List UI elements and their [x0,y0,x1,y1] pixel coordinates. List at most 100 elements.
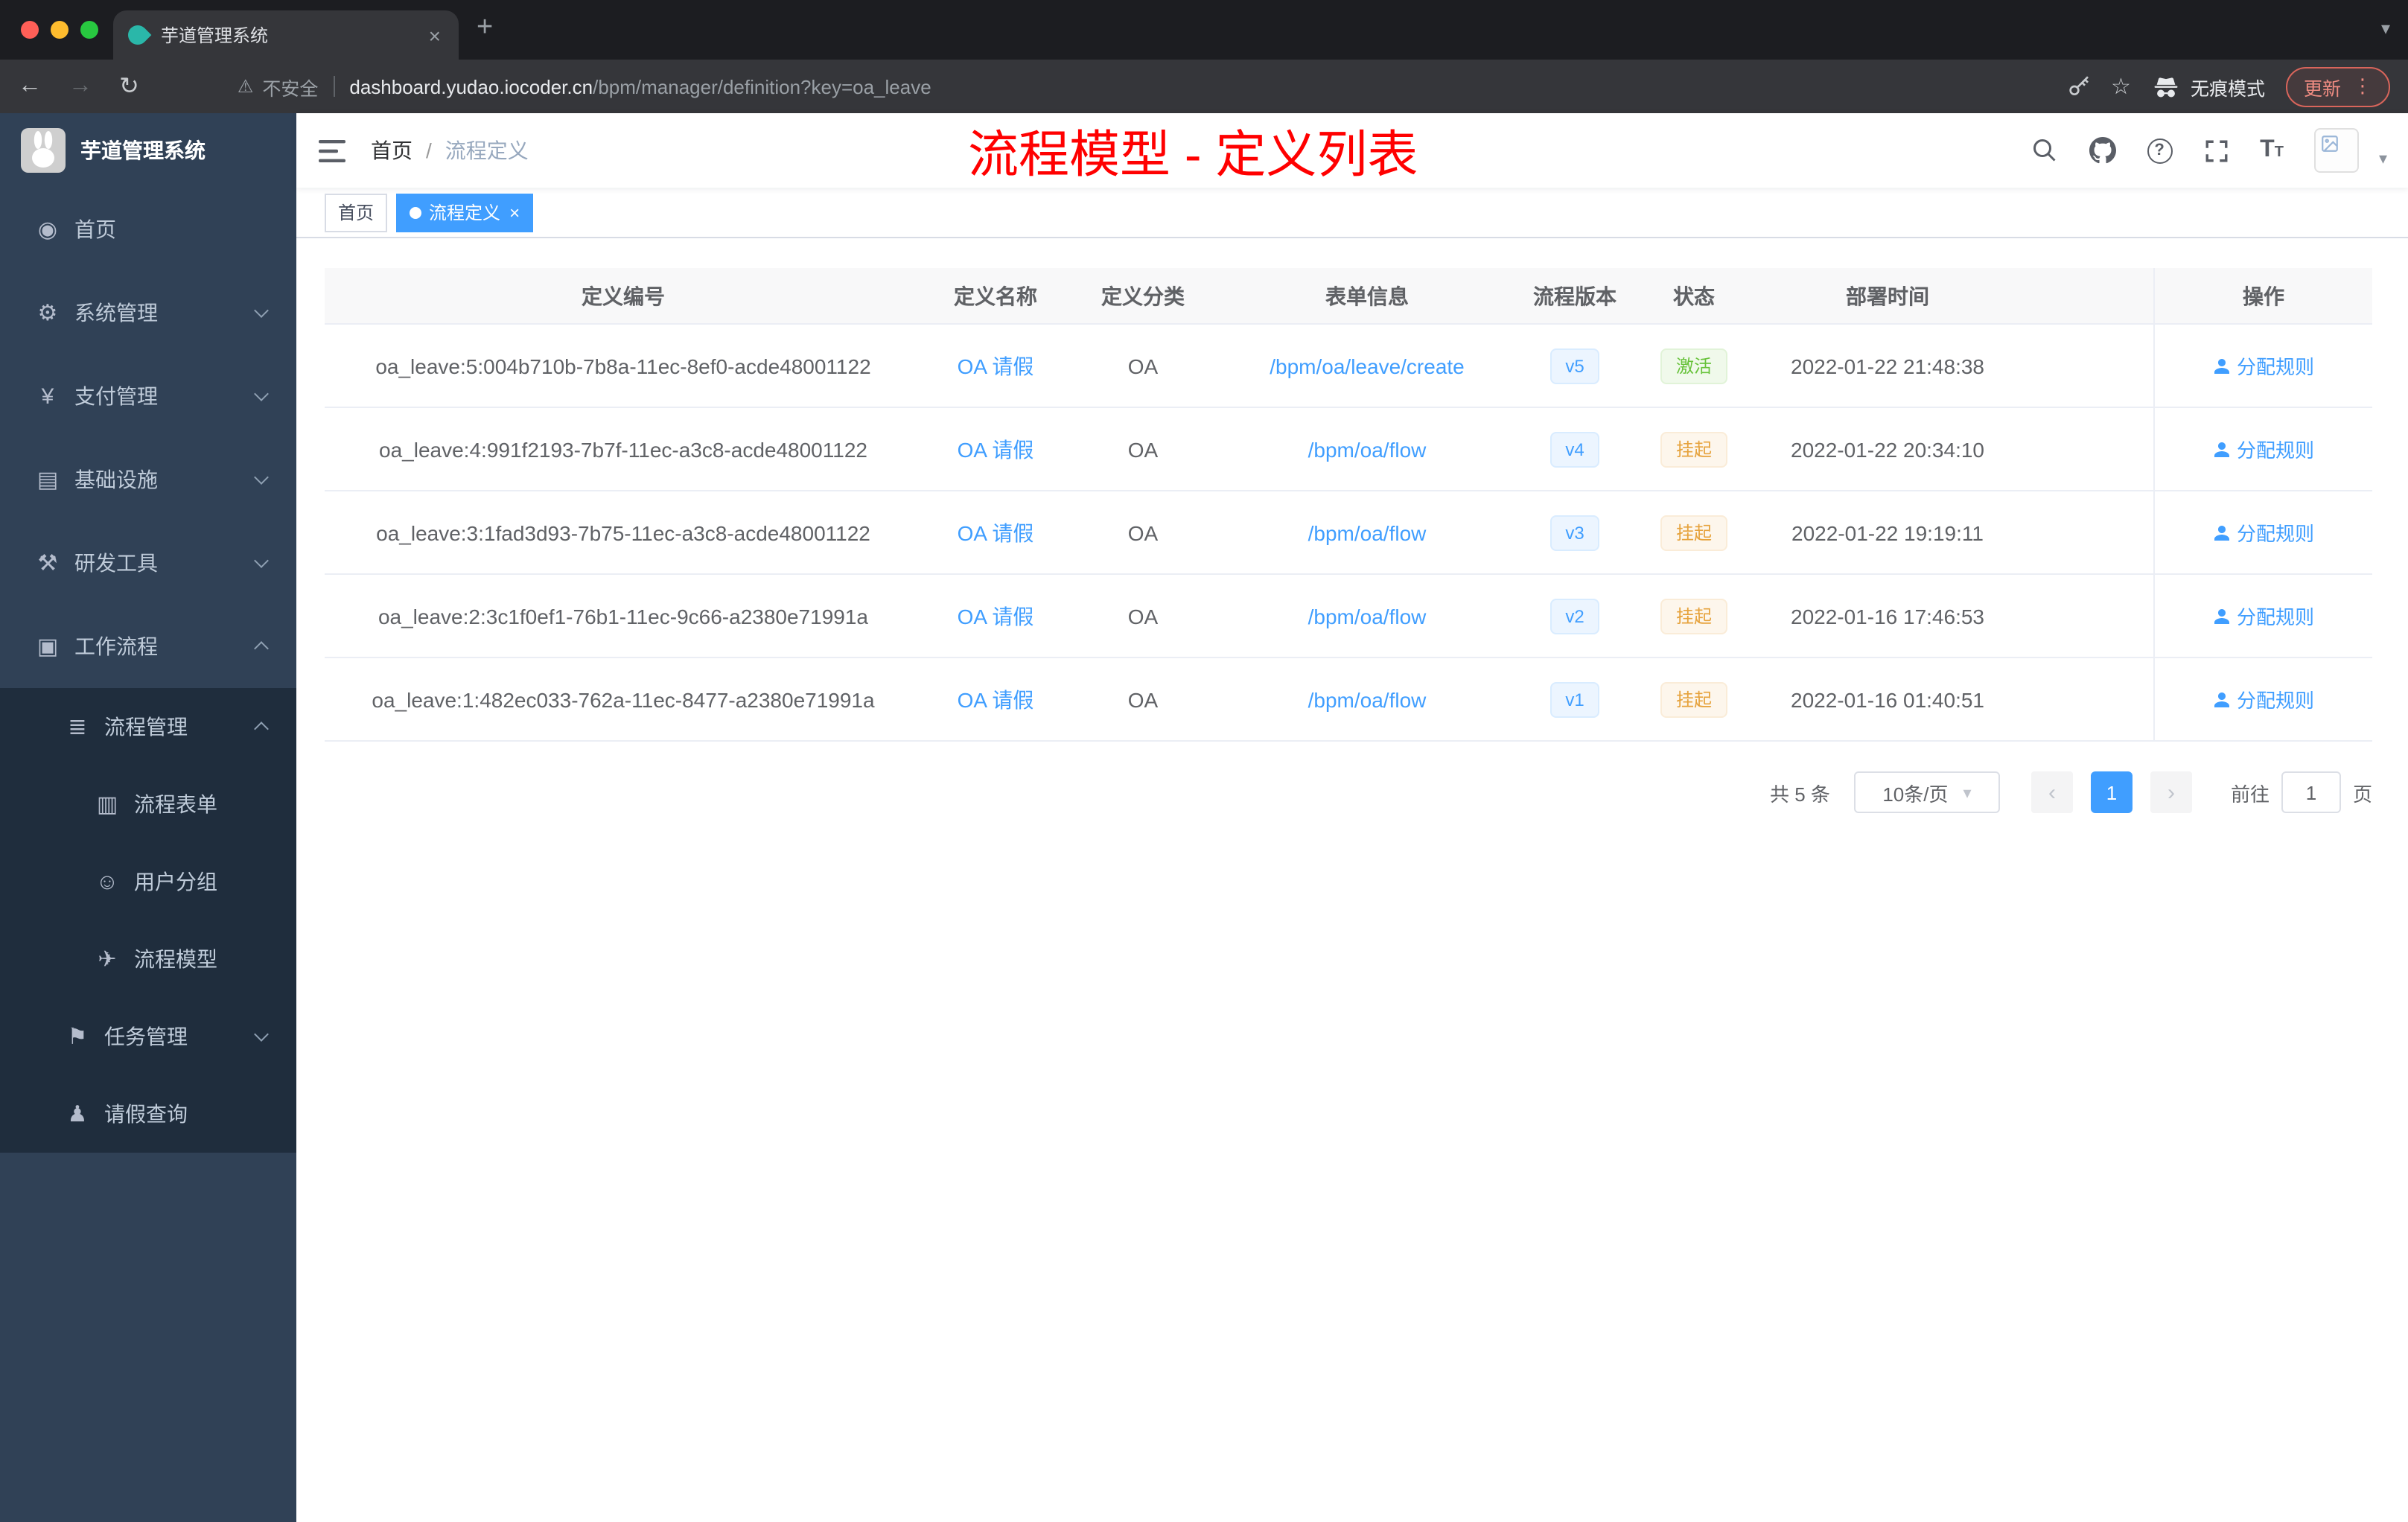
sidebar-item-process-management[interactable]: ≣ 流程管理 [0,688,296,765]
definition-id: oa_leave:1:482ec033-762a-11ec-8477-a2380… [372,687,875,711]
assign-rule-button[interactable]: 分配规则 [2213,351,2314,380]
maximize-window-button[interactable] [80,21,98,39]
goto-page-input[interactable] [2281,771,2341,813]
deploy-time: 2022-01-16 01:40:51 [1791,687,1984,711]
tags-view-bar: 首页 流程定义 × [296,188,2408,238]
user-menu-caret-icon[interactable]: ▾ [2379,148,2387,168]
sidebar-item-user-group[interactable]: ☺ 用户分组 [0,843,296,920]
back-button[interactable]: ← [18,73,42,100]
new-tab-button[interactable]: + [477,12,493,45]
address-bar[interactable]: dashboard.yudao.iocoder.cn/bpm/manager/d… [349,75,931,98]
column-header: 操作 [2153,268,2372,323]
sidebar-item-leave-query[interactable]: ♟ 请假查询 [0,1075,296,1153]
bookmark-star-icon[interactable]: ☆ [2111,73,2131,100]
column-header: 定义分类 [1101,284,1185,308]
definition-category: OA [1127,604,1159,628]
sidebar-item-workflow[interactable]: ▣ 工作流程 [0,605,296,688]
form-link[interactable]: /bpm/oa/leave/create [1270,354,1465,378]
sidebar-item-devtools[interactable]: ⚒ 研发工具 [0,521,296,605]
goto-page: 前往 页 [2231,771,2372,813]
breadcrumb-home[interactable]: 首页 [371,136,413,165]
user-icon [2214,608,2229,623]
definition-category: OA [1127,687,1159,711]
reload-button[interactable]: ↻ [119,71,139,101]
avatar[interactable] [2314,128,2360,173]
hamburger-icon[interactable] [296,139,368,162]
page-number-button[interactable]: 1 [2090,771,2133,813]
form-link[interactable]: /bpm/oa/flow [1308,437,1427,461]
assign-rule-button[interactable]: 分配规则 [2213,602,2314,630]
select-caret-icon: ▾ [1963,784,1972,802]
version-badge: v3 [1550,515,1599,550]
next-page-button[interactable]: › [2150,771,2192,813]
close-window-button[interactable] [21,21,39,39]
sidebar-item-payment[interactable]: ¥ 支付管理 [0,354,296,438]
prev-page-button[interactable]: ‹ [2030,771,2073,813]
assign-rule-button[interactable]: 分配规则 [2213,435,2314,463]
person-icon: ♟ [67,1102,88,1127]
sidebar-item-process-model[interactable]: ✈ 流程模型 [0,920,296,998]
security-warning-icon[interactable]: ⚠ [238,76,254,97]
form-link[interactable]: /bpm/oa/flow [1308,687,1427,711]
assign-rule-button[interactable]: 分配规则 [2213,685,2314,713]
sidebar-item-label: 流程模型 [134,947,217,971]
sidebar-item-home[interactable]: ◉ 首页 [0,188,296,271]
assign-rule-button[interactable]: 分配规则 [2213,518,2314,547]
tag-close-icon[interactable]: × [509,203,520,221]
browser-tab-strip: 芋道管理系统 × + ▾ [0,0,2408,60]
tab-search-icon[interactable]: ▾ [2381,18,2390,39]
definition-name-link[interactable]: OA 请假 [958,684,1034,714]
fullscreen-icon[interactable] [2203,138,2229,163]
breadcrumb: 首页 / 流程定义 [371,136,529,165]
deploy-time: 2022-01-22 19:19:11 [1791,520,1984,544]
sidebar-item-task-management[interactable]: ⚑ 任务管理 [0,998,296,1075]
sidebar-logo[interactable]: 芋道管理系统 [0,113,296,188]
home-icon: ◉ [37,217,58,243]
sidebar-item-label: 工作流程 [74,634,158,658]
tag-process-definition[interactable]: 流程定义 × [396,193,534,232]
page-content: 定义编号 定义名称 定义分类 表单信息 流程版本 状态 部署时间 操作 oa_l… [296,238,2408,813]
form-link[interactable]: /bpm/oa/flow [1308,520,1427,544]
sidebar: 芋道管理系统 ◉ 首页 ⚙ 系统管理 ¥ 支付管理 ▤ 基础设施 ⚒ 研发工具 … [0,113,296,1522]
goto-label: 前往 [2230,783,2270,805]
version-badge: v5 [1550,348,1599,383]
active-tag-dot [410,206,422,218]
browser-update-button[interactable]: 更新 ⋮ [2285,66,2390,106]
toolbar-right: ☆ 无痕模式 更新 ⋮ [2066,66,2390,106]
definition-name-link[interactable]: OA 请假 [958,434,1034,464]
sidebar-item-label: 基础设施 [74,468,158,491]
security-label[interactable]: 不安全 [262,72,318,101]
sidebar-item-process-form[interactable]: ▥ 流程表单 [0,765,296,843]
tab-close-icon[interactable]: × [426,23,444,47]
sidebar-item-system[interactable]: ⚙ 系统管理 [0,271,296,354]
server-icon: ▤ [36,468,59,493]
definition-name-link[interactable]: OA 请假 [958,351,1034,380]
tag-home[interactable]: 首页 [325,193,388,232]
page-title: 流程模型 - 定义列表 [968,127,1418,184]
navbar-right: ? TT ▾ [2030,128,2387,173]
form-link[interactable]: /bpm/oa/flow [1308,604,1427,628]
incognito-icon [2154,77,2178,97]
user-icon [2214,525,2229,540]
table-row: oa_leave:3:1fad3d93-7b75-11ec-a3c8-acde4… [325,491,2372,575]
help-icon[interactable]: ? [2147,138,2173,163]
password-key-icon[interactable] [2066,74,2090,98]
sidebar-item-label: 请假查询 [104,1102,188,1126]
search-icon[interactable] [2030,137,2057,164]
definition-name-link[interactable]: OA 请假 [958,518,1034,547]
sidebar-item-infrastructure[interactable]: ▤ 基础设施 [0,438,296,521]
page-size-select[interactable]: 10条/页 ▾ [1853,771,2000,813]
browser-tab[interactable]: 芋道管理系统 × [113,10,459,60]
forward-button[interactable]: → [69,73,92,100]
font-size-icon[interactable]: TT [2260,138,2284,162]
goto-unit: 页 [2352,783,2372,805]
tag-label: 首页 [338,203,375,223]
logo-title: 芋道管理系统 [80,138,206,162]
github-icon[interactable] [2089,137,2116,164]
browser-menu-icon[interactable]: ⋮ [2353,74,2372,98]
sidebar-item-label: 流程管理 [104,715,188,739]
definition-name-link[interactable]: OA 请假 [958,601,1034,631]
table-row: oa_leave:1:482ec033-762a-11ec-8477-a2380… [325,658,2372,742]
status-badge: 挂起 [1660,598,1727,634]
minimize-window-button[interactable] [51,21,69,39]
